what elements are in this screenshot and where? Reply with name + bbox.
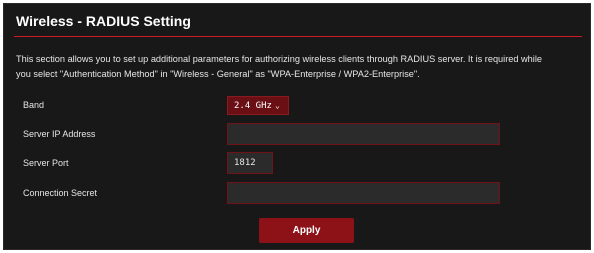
band-select-value: 2.4 GHz — [234, 100, 272, 111]
connection-secret-label: Connection Secret — [23, 188, 98, 198]
server-port-label: Server Port — [23, 158, 69, 168]
section-description: This section allows you to set up additi… — [16, 52, 586, 82]
band-select[interactable]: 2.4 GHz ⌄ — [227, 96, 289, 115]
apply-button[interactable]: Apply — [259, 218, 354, 243]
connection-secret-input[interactable] — [227, 182, 500, 204]
band-label: Band — [23, 100, 45, 110]
description-line-1: This section allows you to set up additi… — [16, 54, 542, 64]
chevron-down-icon: ⌄ — [274, 101, 280, 110]
title-divider — [14, 36, 582, 37]
server-ip-label: Server IP Address — [23, 129, 96, 139]
server-ip-input[interactable] — [227, 123, 500, 145]
page-title: Wireless - RADIUS Setting — [16, 13, 191, 29]
server-port-input[interactable]: 1812 — [227, 152, 273, 174]
radius-settings-panel: Wireless - RADIUS Setting This section a… — [3, 3, 591, 250]
description-line-2: you select "Authentication Method" in "W… — [16, 69, 420, 79]
